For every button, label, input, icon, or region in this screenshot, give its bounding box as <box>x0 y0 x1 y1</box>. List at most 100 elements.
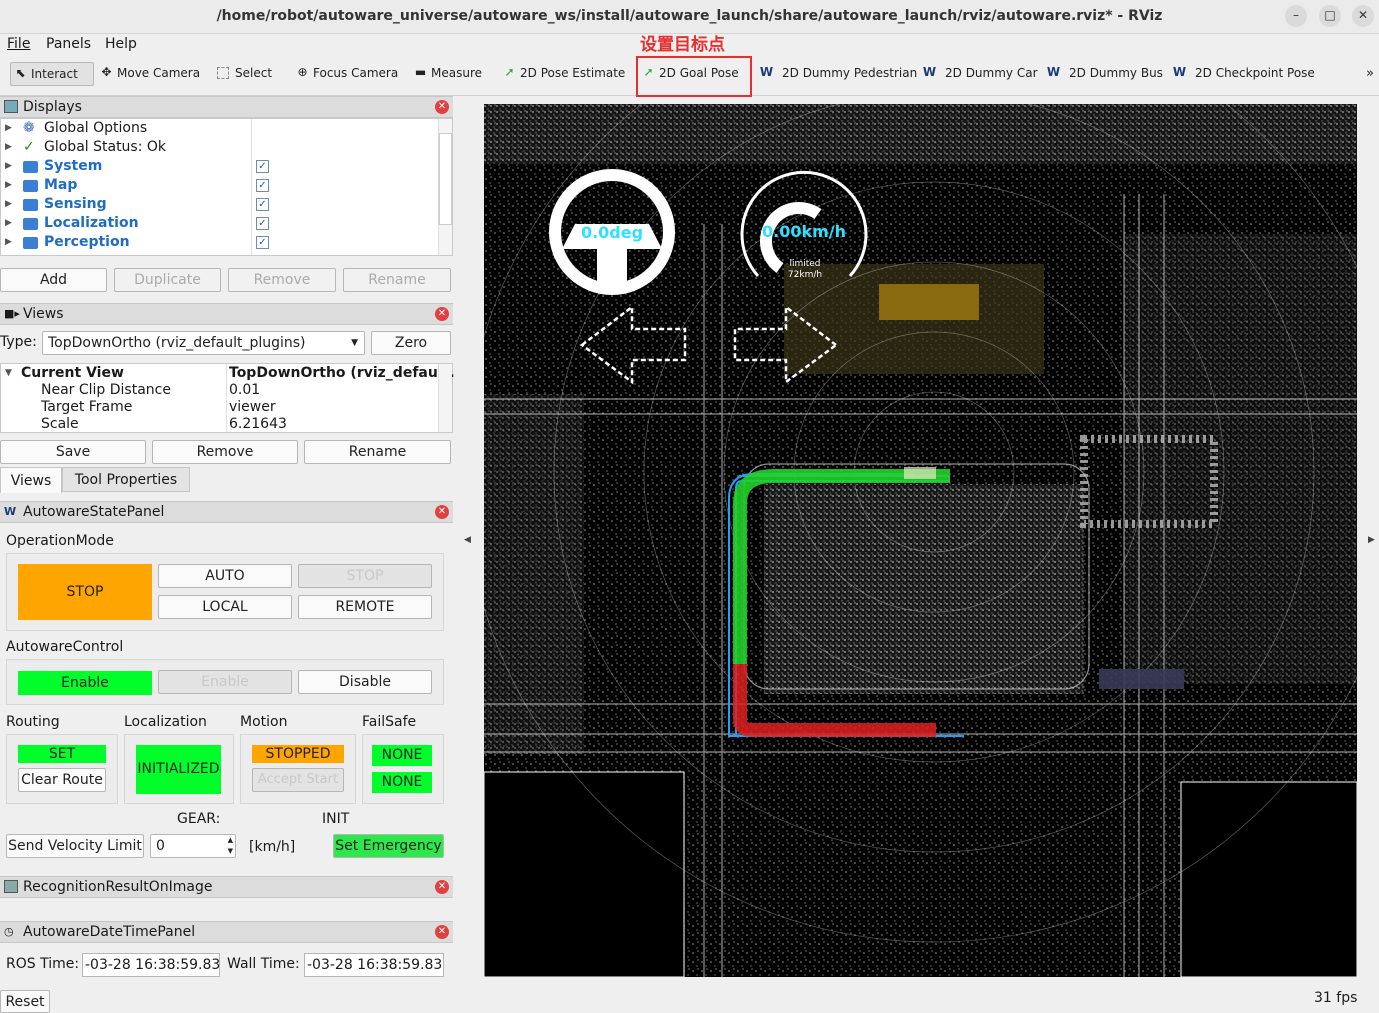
views-scrollbar[interactable] <box>438 364 452 432</box>
close-button[interactable]: ✕ <box>1352 5 1374 27</box>
reset-button[interactable]: Reset <box>0 990 50 1013</box>
ros-time-field[interactable]: -03-28 16:38:59.834 <box>82 953 220 977</box>
tree-item-map[interactable]: ▶ Map ✓ <box>1 176 281 195</box>
recognition-image-area <box>0 899 453 911</box>
toolbar-overflow-button[interactable]: » <box>1366 66 1374 81</box>
render-viewport[interactable]: 0.0deg 0.00km/h limited 72km/h <box>484 104 1357 977</box>
collapse-left-icon[interactable]: ◀ <box>464 535 471 545</box>
current-view-value: TopDownOrtho (rviz_default. <box>229 365 455 381</box>
window-title: /home/robot/autoware_universe/autoware_w… <box>216 8 1163 24</box>
zero-button[interactable]: Zero <box>371 331 451 355</box>
speed-readout: 0.00km/h <box>762 222 846 241</box>
maximize-button[interactable]: □ <box>1319 5 1341 27</box>
annotation-label: 设置目标点 <box>640 35 725 55</box>
remove-display-button[interactable]: Remove <box>228 268 336 292</box>
enable-checkbox[interactable]: ✓ <box>256 236 269 249</box>
send-velocity-limit-button[interactable]: Send Velocity Limit <box>6 834 144 858</box>
autoware-logo-icon: W <box>922 65 937 79</box>
view-type-select[interactable]: TopDownOrtho (rviz_default_plugins) ▼ <box>42 331 365 355</box>
menu-file[interactable]: File <box>7 36 30 52</box>
save-view-button[interactable]: Save <box>0 440 146 464</box>
minimize-button[interactable]: – <box>1285 5 1307 27</box>
add-button[interactable]: Add <box>0 268 107 292</box>
motion-label: Motion <box>240 714 288 730</box>
wall-time-field[interactable]: -03-28 16:38:59.835 <box>304 953 444 977</box>
tree-item-label: System <box>44 158 103 174</box>
collapse-arrow-icon: ▼ <box>5 368 12 378</box>
enable-checkbox[interactable]: ✓ <box>256 160 269 173</box>
tool-dummy-pedestrian-label: 2D Dummy Pedestrian <box>782 66 918 80</box>
enable-checkbox[interactable]: ✓ <box>256 217 269 230</box>
tree-item-sensing[interactable]: ▶ Sensing ✓ <box>1 195 281 214</box>
tool-dummy-car-label: 2D Dummy Car <box>945 66 1038 80</box>
tool-select[interactable]: Select <box>215 62 272 86</box>
tree-item-system[interactable]: ▶ System ✓ <box>1 157 281 176</box>
chevron-down-icon: ▼ <box>351 338 358 348</box>
tab-tool-properties[interactable]: Tool Properties <box>62 467 190 492</box>
spinner-arrows-icon[interactable]: ▲ ▼ <box>228 835 233 857</box>
tool-dummy-car[interactable]: W 2D Dummy Car <box>920 62 1038 86</box>
tree-item-label: Localization <box>44 215 139 231</box>
auto-button[interactable]: AUTO <box>158 564 292 588</box>
local-button[interactable]: LOCAL <box>158 595 292 619</box>
autoware-logo-icon: W <box>1172 65 1187 79</box>
routing-state: SET <box>18 745 106 763</box>
tool-interact-label: Interact <box>31 67 78 81</box>
folder-icon <box>23 180 38 192</box>
expand-arrow-icon: ▶ <box>5 180 12 190</box>
tree-item-perception[interactable]: ▶ Perception ✓ <box>1 233 281 252</box>
tool-interact[interactable]: ⬉ Interact <box>10 62 94 86</box>
enable-checkbox[interactable]: ✓ <box>256 179 269 192</box>
menu-panels[interactable]: Panels <box>46 36 91 52</box>
tool-pose-estimate[interactable]: ➚ 2D Pose Estimate <box>500 62 625 86</box>
remove-view-button[interactable]: Remove <box>152 440 298 464</box>
close-icon[interactable]: ✕ <box>435 880 449 894</box>
displays-panel-header: Displays ✕ <box>0 96 453 118</box>
tool-dummy-bus-label: 2D Dummy Bus <box>1069 66 1163 80</box>
tree-item-localization[interactable]: ▶ Localization ✓ <box>1 214 281 233</box>
rename-view-button[interactable]: Rename <box>304 440 451 464</box>
views-title: Views <box>23 306 64 322</box>
green-arrow-icon: ➚ <box>504 65 515 79</box>
velocity-limit-input[interactable]: 0 ▲ ▼ <box>150 834 236 858</box>
duplicate-button[interactable]: Duplicate <box>114 268 221 292</box>
close-icon[interactable]: ✕ <box>435 505 449 519</box>
empty-area-right <box>1180 781 1357 977</box>
tool-select-label: Select <box>235 66 273 80</box>
datetime-panel-header: ◷ AutowareDateTimePanel ✕ <box>0 921 453 943</box>
tool-focus-camera[interactable]: ⊕ Focus Camera <box>293 62 398 86</box>
expand-arrow-icon: ▶ <box>5 218 12 228</box>
tree-item-label: Global Status: Ok <box>44 139 167 155</box>
collapse-right-icon[interactable]: ▶ <box>1368 535 1375 545</box>
remote-button[interactable]: REMOTE <box>298 595 432 619</box>
close-icon[interactable]: ✕ <box>435 307 449 321</box>
tool-checkpoint-pose[interactable]: W 2D Checkpoint Pose <box>1170 62 1315 86</box>
set-emergency-button[interactable]: Set Emergency <box>333 834 444 858</box>
steering-angle-readout: 0.0deg <box>581 223 643 242</box>
tool-dummy-bus[interactable]: W 2D Dummy Bus <box>1044 62 1163 86</box>
accept-start-button[interactable]: Accept Start <box>252 768 344 792</box>
displays-scrollbar[interactable] <box>438 119 452 255</box>
rename-display-button[interactable]: Rename <box>343 268 451 292</box>
close-icon[interactable]: ✕ <box>435 100 449 114</box>
tool-dummy-pedestrian[interactable]: W 2D Dummy Pedestrian <box>757 62 917 86</box>
tree-item-global-options[interactable]: ▶ ❁ Global Options <box>1 119 251 138</box>
ruler-icon: ▬ <box>414 65 427 79</box>
tab-views[interactable]: Views <box>0 467 62 493</box>
init-label: INIT <box>322 811 350 827</box>
clear-route-button[interactable]: Clear Route <box>18 768 106 792</box>
stop-button[interactable]: STOP <box>298 564 432 588</box>
operation-state-indicator: STOP <box>18 564 152 620</box>
disable-button[interactable]: Disable <box>298 670 432 694</box>
menu-help[interactable]: Help <box>105 36 137 52</box>
enable-button[interactable]: Enable <box>158 670 292 694</box>
prop-scale-value[interactable]: 6.21643 <box>229 415 287 434</box>
velocity-limit-value: 0 <box>156 838 165 854</box>
enable-checkbox[interactable]: ✓ <box>256 198 269 211</box>
move-icon: ✥ <box>101 65 112 79</box>
tool-move-camera[interactable]: ✥ Move Camera <box>97 62 200 86</box>
close-icon[interactable]: ✕ <box>435 925 449 939</box>
ros-time-label: ROS Time: <box>6 956 80 972</box>
tree-item-global-status[interactable]: ▶ ✓ Global Status: Ok <box>1 138 251 157</box>
tool-measure[interactable]: ▬ Measure <box>411 62 482 86</box>
